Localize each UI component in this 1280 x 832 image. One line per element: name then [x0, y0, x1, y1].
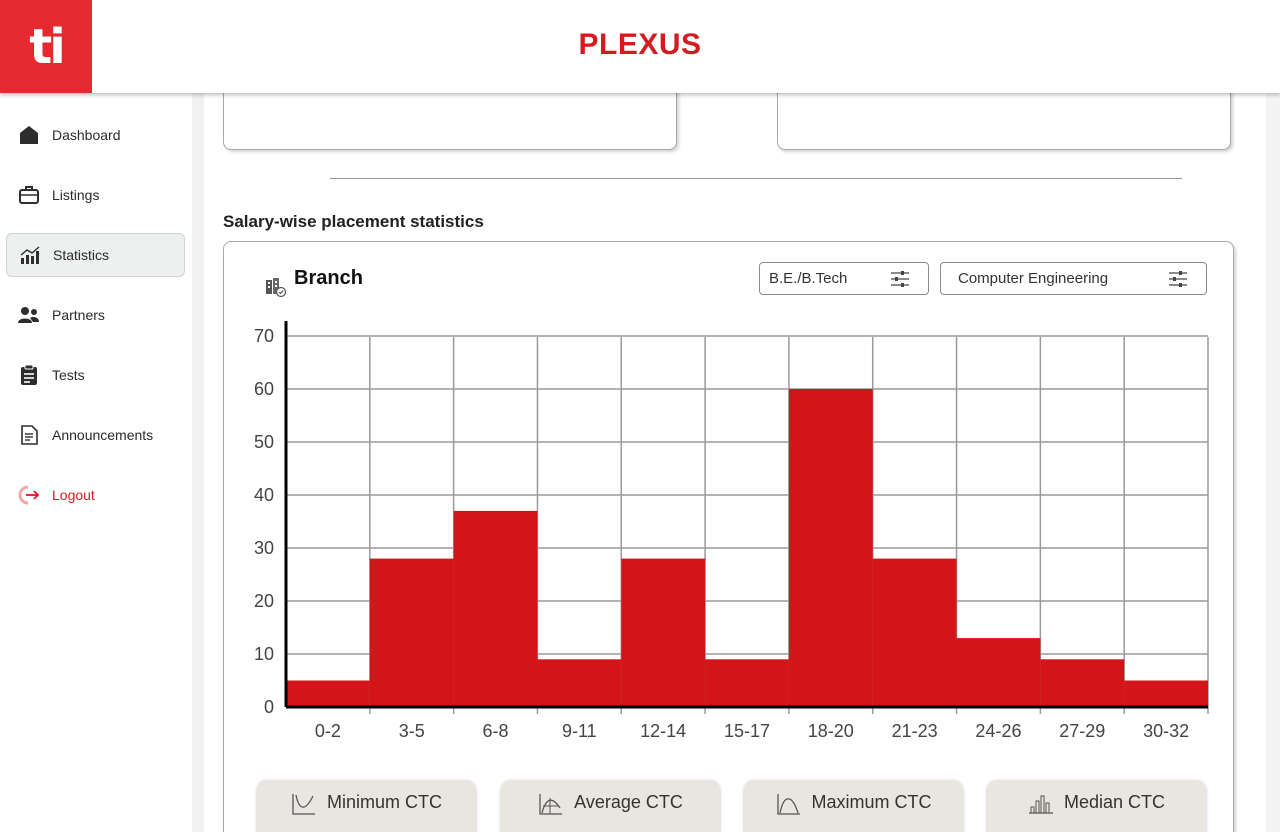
y-tick-label: 70 — [254, 326, 274, 346]
sidebar-item-announcements[interactable]: Announcements — [6, 413, 185, 457]
sidebar-item-statistics[interactable]: Statistics — [6, 233, 185, 277]
section-divider — [330, 178, 1182, 179]
median-ctc-label: Median CTC — [1063, 792, 1166, 812]
chart-bar — [1040, 659, 1125, 707]
x-tick-label: 18-20 — [808, 721, 854, 741]
maximum-ctc-label: Maximum CTC — [811, 792, 932, 812]
sidebar-item-listings[interactable]: Listings — [6, 173, 185, 217]
sidebar: Dashboard Listings Statistics Partners T… — [0, 93, 192, 832]
app-title: PLEXUS — [578, 28, 702, 61]
x-tick-label: 12-14 — [640, 721, 686, 741]
sidebar-item-label: Logout — [52, 487, 95, 503]
median-bars-icon — [1028, 792, 1054, 816]
scrollbar-track[interactable] — [1266, 93, 1280, 832]
branch-icon — [265, 276, 287, 298]
bar-chart-icon — [19, 244, 41, 266]
y-tick-label: 30 — [254, 538, 274, 558]
sidebar-item-label: Tests — [52, 367, 85, 383]
briefcase-icon — [18, 184, 40, 206]
clipboard-icon — [18, 364, 40, 386]
chart-bar — [537, 659, 622, 707]
sidebar-item-dashboard[interactable]: Dashboard — [6, 113, 185, 157]
x-tick-label: 21-23 — [892, 721, 938, 741]
x-tick-label: 15-17 — [724, 721, 770, 741]
chart-bar — [369, 558, 454, 707]
x-tick-label: 9-11 — [562, 721, 597, 741]
section-title: Salary-wise placement statistics — [223, 212, 484, 231]
x-tick-label: 24-26 — [975, 721, 1021, 741]
minimum-ctc-label: Minimum CTC — [327, 792, 442, 812]
sliders-icon — [890, 269, 910, 289]
logout-icon — [18, 484, 40, 506]
x-tick-label: 30-32 — [1143, 721, 1189, 741]
average-ctc-label: Average CTC — [574, 792, 683, 812]
sidebar-item-partners[interactable]: Partners — [6, 293, 185, 337]
sidebar-item-label: Partners — [52, 307, 105, 323]
sidebar-item-label: Listings — [52, 187, 100, 203]
degree-filter-value: B.E./B.Tech — [769, 270, 848, 287]
chart-bar — [872, 558, 957, 707]
y-tick-label: 10 — [254, 644, 274, 664]
degree-filter[interactable]: B.E./B.Tech — [759, 262, 929, 295]
sidebar-item-label: Dashboard — [52, 127, 121, 143]
minimum-ctc-button[interactable]: Minimum CTC — [257, 780, 476, 832]
x-tick-label: 6-8 — [483, 721, 509, 741]
y-tick-label: 0 — [264, 697, 274, 717]
branch-filter-value: Computer Engineering — [958, 270, 1109, 287]
sidebar-item-logout[interactable]: Logout — [6, 473, 185, 517]
median-ctc-button[interactable]: Median CTC — [987, 780, 1206, 832]
y-tick-label: 20 — [254, 591, 274, 611]
chart-bar — [286, 680, 370, 707]
chart-bar — [956, 638, 1041, 707]
min-curve-icon — [291, 792, 317, 816]
avg-curve-icon — [538, 792, 564, 816]
y-tick-label: 40 — [254, 485, 274, 505]
sidebar-divider — [192, 93, 204, 832]
users-icon — [18, 304, 40, 326]
x-tick-label: 0-2 — [315, 721, 341, 741]
chart-bar — [1124, 680, 1208, 707]
average-ctc-button[interactable]: Average CTC — [501, 780, 720, 832]
x-tick-label: 27-29 — [1059, 721, 1105, 741]
sidebar-item-tests[interactable]: Tests — [6, 353, 185, 397]
sidebar-item-label: Announcements — [52, 427, 154, 443]
chart-bar — [453, 510, 538, 707]
branch-filter[interactable]: Computer Engineering — [940, 262, 1207, 295]
document-icon — [18, 424, 40, 446]
card-title: Branch — [294, 267, 363, 289]
x-tick-label: 3-5 — [399, 721, 425, 741]
chart-bar — [705, 659, 789, 707]
home-icon — [18, 124, 40, 146]
salary-histogram: 0 10 20 30 40 50 60 70 0-2 3-5 6-8 9-11 12-14 15-17 18… — [254, 321, 1209, 741]
y-tick-label: 50 — [254, 432, 274, 452]
max-curve-icon — [776, 792, 802, 816]
sidebar-item-label: Statistics — [53, 247, 110, 263]
maximum-ctc-button[interactable]: Maximum CTC — [744, 780, 963, 832]
y-tick-label: 60 — [254, 379, 274, 399]
sliders-icon — [1168, 269, 1188, 289]
chart-bar — [788, 389, 873, 707]
chart-bar — [621, 558, 706, 707]
app-header: ti PLEXUS — [0, 0, 1280, 93]
